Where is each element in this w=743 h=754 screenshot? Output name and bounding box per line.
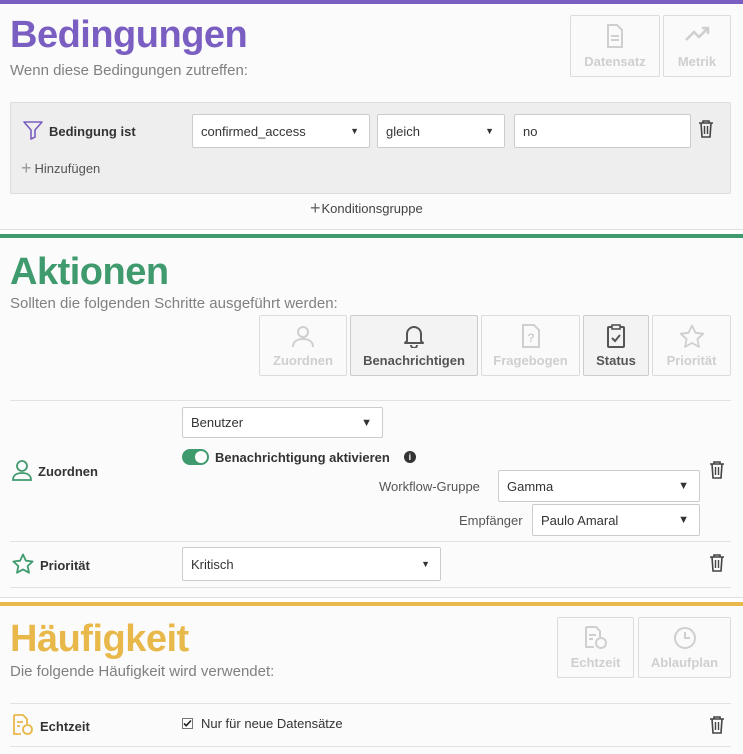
- chevron-down-icon: ▼: [678, 480, 689, 492]
- realtime-icon: [584, 626, 608, 653]
- assign-target-value: Benutzer: [191, 415, 244, 430]
- delete-condition-icon[interactable]: [698, 120, 714, 138]
- priority-value: Kritisch: [191, 556, 234, 572]
- realtime-row-label: Echtzeit: [12, 713, 90, 739]
- status-action-button[interactable]: Status: [583, 315, 649, 376]
- notify-action-label: Benachrichtigen: [363, 353, 465, 368]
- add-condition-group-button[interactable]: + Konditionsgruppe: [310, 198, 423, 218]
- conditions-title: Bedingungen: [10, 14, 248, 56]
- notify-toggle[interactable]: [182, 449, 209, 465]
- metric-button-label: Metrik: [677, 54, 717, 69]
- frequency-title: Häufigkeit: [10, 618, 189, 660]
- delete-realtime-icon[interactable]: [709, 716, 725, 734]
- condition-field-select[interactable]: confirmed_access ▼: [192, 114, 370, 148]
- condition-operator-select[interactable]: gleich ▼: [377, 114, 505, 148]
- chevron-down-icon: ▼: [485, 126, 494, 136]
- actions-divider: [10, 541, 731, 542]
- frequency-accent-bar: [0, 602, 743, 606]
- condition-group: Bedingung ist confirmed_access ▼ gleich …: [10, 102, 731, 194]
- actions-subtitle: Sollten die folgenden Schritte ausgeführ…: [10, 295, 338, 312]
- document-icon: [605, 24, 625, 51]
- recipient-label: Empfänger: [459, 513, 523, 528]
- priority-select[interactable]: Kritisch ▼: [182, 547, 441, 581]
- questionnaire-action-label: Fragebogen: [493, 353, 568, 368]
- schedule-button[interactable]: Ablaufplan: [638, 617, 731, 678]
- actions-divider: [10, 587, 731, 588]
- realtime-label-text: Echtzeit: [40, 718, 90, 734]
- frequency-divider: [10, 746, 731, 747]
- questionnaire-icon: ?: [521, 324, 541, 351]
- schedule-button-label: Ablaufplan: [650, 655, 719, 670]
- notify-action-button[interactable]: Benachrichtigen: [350, 315, 478, 376]
- star-icon: [679, 324, 705, 351]
- assign-label-text: Zuordnen: [38, 463, 98, 479]
- condition-row-label: Bedingung ist: [23, 119, 136, 143]
- realtime-button[interactable]: Echtzeit: [557, 617, 634, 678]
- star-icon: [12, 553, 34, 577]
- chevron-down-icon: ▼: [678, 514, 689, 526]
- assign-action-button[interactable]: Zuordnen: [259, 315, 347, 376]
- add-condition-group-label: Konditionsgruppe: [321, 201, 423, 216]
- workflow-group-label: Workflow-Gruppe: [379, 479, 480, 494]
- record-button[interactable]: Datensatz: [570, 15, 660, 77]
- recipient-select[interactable]: Paulo Amaral ▼: [532, 504, 700, 536]
- conditions-subtitle: Wenn diese Bedingungen zutreffen:: [10, 62, 248, 79]
- frequency-subtitle: Die folgende Häufigkeit wird verwendet:: [10, 663, 275, 680]
- notify-toggle-label: Benachrichtigung aktivieren: [215, 449, 390, 465]
- chevron-down-icon: ▼: [350, 126, 359, 136]
- user-icon: [291, 324, 315, 351]
- priority-action-button[interactable]: Priorität: [652, 315, 731, 376]
- conditions-accent-bar: [0, 0, 743, 4]
- trending-up-icon: [684, 24, 710, 47]
- frequency-section: Häufigkeit Die folgende Häufigkeit wird …: [0, 602, 743, 754]
- plus-icon: +: [310, 198, 321, 218]
- assign-row-label: Zuordnen: [12, 458, 98, 484]
- plus-icon: +: [21, 158, 32, 178]
- actions-title: Aktionen: [10, 251, 169, 293]
- chevron-down-icon: ▼: [421, 559, 430, 569]
- assign-target-select[interactable]: Benutzer ▼: [182, 407, 383, 438]
- assign-action-label: Zuordnen: [273, 353, 333, 368]
- add-condition-button[interactable]: + Hinzufügen: [21, 158, 101, 178]
- condition-value-input[interactable]: no: [514, 114, 691, 148]
- priority-row-label: Priorität: [12, 553, 90, 577]
- condition-label-text: Bedingung ist: [49, 123, 136, 139]
- frequency-divider: [10, 703, 731, 704]
- recipient-value: Paulo Amaral: [541, 512, 619, 528]
- actions-divider: [10, 400, 731, 401]
- condition-operator-value: gleich: [386, 123, 420, 139]
- conditions-section: Bedingungen Wenn diese Bedingungen zutre…: [0, 0, 743, 230]
- notify-toggle-row: Benachrichtigung aktivieren i: [182, 449, 416, 465]
- new-records-only-label: Nur für neue Datensätze: [201, 716, 343, 731]
- user-icon: [12, 459, 32, 484]
- clock-icon: [673, 626, 697, 653]
- actions-section: Aktionen Sollten die folgenden Schritte …: [0, 234, 743, 598]
- add-condition-label: Hinzufügen: [34, 161, 101, 176]
- filter-icon: [23, 120, 43, 143]
- condition-value-text: no: [523, 123, 538, 139]
- workflow-group-select[interactable]: Gamma ▼: [498, 470, 700, 502]
- questionnaire-action-button[interactable]: ? Fragebogen: [481, 315, 580, 376]
- priority-action-label: Priorität: [666, 353, 717, 368]
- clipboard-check-icon: [606, 324, 626, 351]
- realtime-button-label: Echtzeit: [570, 655, 621, 670]
- status-action-label: Status: [596, 353, 636, 368]
- condition-field-value: confirmed_access: [201, 123, 306, 139]
- bell-icon: [403, 324, 425, 351]
- chevron-down-icon: ▼: [361, 416, 372, 429]
- info-icon[interactable]: i: [403, 451, 416, 463]
- actions-accent-bar: [0, 234, 743, 238]
- new-records-only-checkbox[interactable]: [182, 718, 193, 729]
- new-records-only-row: Nur für neue Datensätze: [182, 716, 343, 731]
- workflow-group-value: Gamma: [507, 478, 554, 494]
- svg-text:?: ?: [527, 331, 534, 345]
- delete-assign-icon[interactable]: [709, 461, 725, 479]
- record-button-label: Datensatz: [584, 54, 646, 69]
- toggle-knob: [195, 451, 207, 463]
- delete-priority-icon[interactable]: [709, 554, 725, 572]
- priority-label-text: Priorität: [40, 557, 90, 573]
- metric-button[interactable]: Metrik: [663, 15, 731, 77]
- realtime-icon: [12, 713, 34, 739]
